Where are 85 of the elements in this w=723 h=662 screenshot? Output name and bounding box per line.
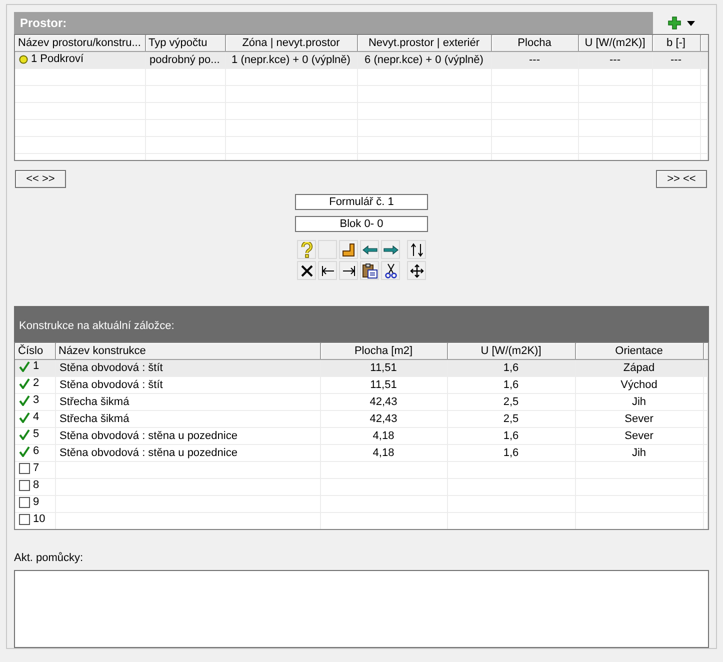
scissors-icon[interactable] [381, 261, 400, 280]
aids-text-area[interactable] [14, 570, 709, 648]
checkmark-icon[interactable] [19, 378, 30, 389]
column-header[interactable]: Orientace [575, 342, 703, 360]
checkmark-icon[interactable] [19, 428, 30, 440]
table-cell: 2,5 [503, 396, 519, 408]
column-header[interactable]: Zóna | nevyt.prostor [225, 35, 357, 52]
table-cell: Sever [624, 430, 654, 442]
help-icon[interactable] [297, 240, 316, 260]
table-cell: Východ [620, 378, 658, 391]
column-header[interactable]: b [-] [652, 35, 700, 52]
table-cell: 1,6 [503, 378, 519, 391]
bulb-icon [19, 54, 28, 64]
row-number: 8 [33, 479, 40, 492]
table-cell: 1 Podkroví [15, 52, 145, 68]
row-number: 3 [33, 394, 40, 406]
checkmark-icon[interactable] [19, 446, 30, 457]
delete-icon[interactable] [297, 261, 316, 280]
move-icon[interactable] [407, 261, 426, 280]
row-number: 4 [33, 411, 40, 424]
row-number: 2 [33, 377, 40, 390]
table-cell: 11,51 [370, 362, 397, 374]
block-number: Blok 0- 0 [295, 216, 428, 232]
table-cell: --- [652, 52, 700, 68]
aids-label: Akt. pomůcky: [14, 552, 84, 564]
checkbox[interactable] [19, 462, 30, 474]
table-cell: Západ [623, 362, 655, 374]
table-cell: Sever [624, 412, 654, 425]
checkbox[interactable] [19, 496, 30, 508]
table-cell: --- [491, 52, 578, 68]
table-cell: 1,6 [503, 430, 519, 442]
table-cell: 4,18 [372, 430, 394, 442]
column-header[interactable]: Číslo [15, 342, 55, 360]
table-cell: Stěna obvodová : stěna u pozednice [60, 446, 238, 459]
panel-title: Konstrukce na aktuální záložce: [19, 320, 174, 332]
table-cell: Střecha šikmá [60, 412, 130, 425]
row-number: 6 [33, 445, 40, 458]
panel-title: Prostor: [14, 12, 653, 34]
column-header[interactable]: Název konstrukce [55, 342, 320, 360]
table-cell: 42,43 [370, 396, 398, 408]
row-number: 9 [33, 496, 40, 508]
table-cell: Stěna obvodová : štít [60, 378, 163, 391]
arrow-right-icon[interactable] [381, 240, 400, 260]
table-cell: 6 (nepr.kce) + 0 (výplně) [357, 52, 491, 68]
column-header[interactable]: U [W/(m2K)] [578, 35, 652, 52]
row-number: 10 [33, 513, 46, 526]
table-cell: 1 (nepr.kce) + 0 (výplně) [225, 52, 357, 68]
table-cell: 1,6 [503, 446, 519, 459]
checkbox[interactable] [19, 480, 30, 491]
table-cell: 4,18 [372, 446, 394, 459]
table-cell: 2,5 [503, 412, 519, 425]
checkbox[interactable] [19, 514, 30, 525]
caret-icon [686, 20, 694, 26]
plus-icon [668, 16, 680, 30]
column-header[interactable]: Plocha [491, 35, 578, 52]
row-number: 5 [33, 428, 40, 440]
next-button[interactable]: >> << [656, 170, 707, 188]
table-cell: Střecha šikmá [60, 396, 130, 408]
column-header[interactable]: U [W/(m2K)] [447, 342, 575, 360]
checkmark-icon[interactable] [19, 394, 30, 406]
table-cell: Stěna obvodová : stěna u pozednice [60, 430, 238, 442]
previous-button[interactable]: << >> [15, 170, 66, 188]
row-number: 7 [33, 462, 40, 474]
column-header[interactable]: Plocha [m2] [320, 342, 447, 360]
table-cell: podrobný po... [145, 52, 225, 68]
column-header[interactable]: Název prostoru/konstru... [15, 35, 145, 52]
table-cell: --- [578, 52, 652, 68]
table-cell: 1,6 [503, 362, 519, 374]
form-number: Formulář č. 1 [295, 194, 428, 210]
row-number: 1 [33, 360, 40, 372]
corner-icon[interactable] [339, 240, 358, 260]
column-header[interactable]: Nevyt.prostor | exteriér [357, 35, 491, 52]
checkmark-icon[interactable] [19, 412, 30, 423]
last-icon[interactable] [339, 261, 358, 280]
sort-icon[interactable] [407, 240, 426, 260]
table-cell: Jih [632, 446, 646, 459]
arrow-left-icon[interactable] [360, 240, 379, 260]
column-header[interactable]: Typ výpočtu [145, 35, 225, 52]
checkmark-icon[interactable] [19, 360, 30, 372]
table-cell: 42,43 [370, 412, 398, 425]
table-cell: Jih [632, 396, 646, 408]
table-cell: Stěna obvodová : štít [60, 362, 163, 374]
first-icon[interactable] [318, 261, 337, 280]
paste-icon[interactable] [360, 261, 379, 280]
table-cell: 11,51 [370, 378, 397, 391]
